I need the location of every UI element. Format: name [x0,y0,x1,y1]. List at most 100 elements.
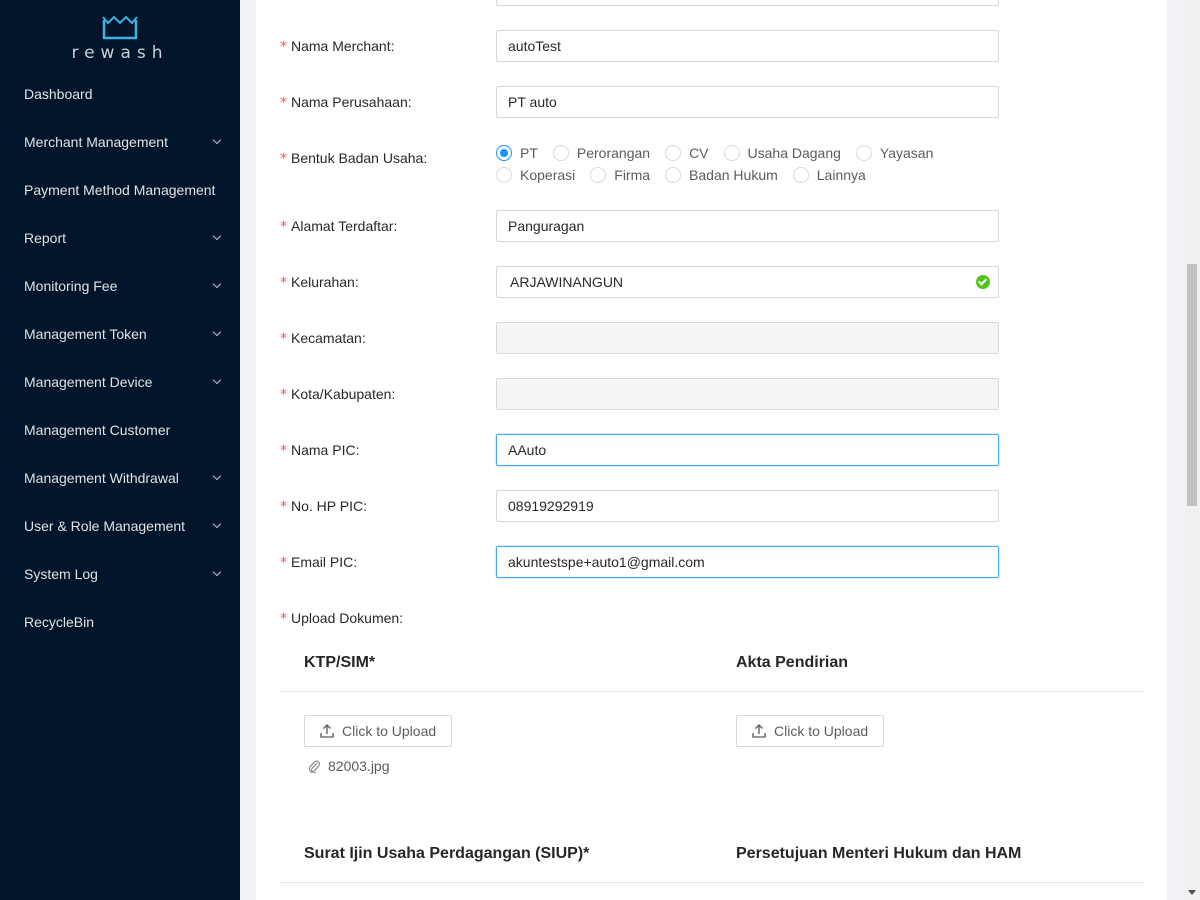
chevron-down-icon [212,521,222,531]
radio-icon [590,167,607,183]
field-kota-kabupaten: * Kota/Kabupaten: [256,378,1167,410]
upload-icon [320,724,334,738]
divider [280,882,1144,883]
radio-label: Firma [614,167,651,183]
field-upload-dokumen: * Upload Dokumen: [256,602,1167,634]
sidebar-item-label: Report [24,230,67,246]
radio-icon [665,167,682,183]
label-text: No. HP PIC [291,498,364,514]
previous-field-input[interactable] [496,0,999,6]
label-text: Nama Perusahaan [291,94,408,110]
radio-label: Perorangan [576,145,651,161]
upload-documents: KTP/SIM* Akta Pendirian Click to Upload … [280,650,1144,900]
field-kelurahan: * Kelurahan: ARJAWINANGUN [256,266,1167,298]
chevron-down-icon [212,329,222,339]
nama-pic-input[interactable]: AAuto [496,434,999,466]
required-mark: * [280,499,287,515]
radio-icon [723,145,740,161]
sidebar-item-dashboard[interactable]: Dashboard [0,70,240,118]
upload-icon [752,724,766,738]
sidebar-item-management-device[interactable]: Management Device [0,358,240,406]
required-mark: * [280,95,287,111]
sidebar-item-label: Management Token [24,326,147,342]
radio-pt[interactable]: PT [496,145,538,161]
sidebar-item-management-withdrawal[interactable]: Management Withdrawal [0,454,240,502]
no-hp-pic-input[interactable]: 08919292919 [496,490,999,522]
radio-usaha-dagang[interactable]: Usaha Dagang [723,145,841,161]
nama-perusahaan-input[interactable]: PT auto [496,86,999,118]
radio-koperasi[interactable]: Koperasi [496,167,575,183]
radio-cv[interactable]: CV [665,145,709,161]
field-label: * Nama Merchant: [280,38,395,55]
required-mark: * [280,443,287,459]
field-label: * Bentuk Badan Usaha: [280,150,428,167]
akta-upload-button[interactable]: Click to Upload [736,715,885,747]
radio-checked-icon [496,145,512,161]
chevron-down-icon [212,233,222,243]
sidebar: rewash Dashboard Merchant Management Pay… [0,0,240,900]
sidebar-item-recyclebin[interactable]: RecycleBin [0,598,240,646]
upload-title-siup: Surat Ijin Usaha Perdagangan (SIUP)* [304,845,590,862]
sidebar-item-payment-method-management[interactable]: Payment Method Management [0,166,240,214]
sidebar-item-report[interactable]: Report [0,214,240,262]
ktp-upload-button[interactable]: Click to Upload [304,715,453,747]
sidebar-item-user-role-management[interactable]: User & Role Management [0,502,240,550]
kecamatan-input [496,322,999,354]
sidebar-item-monitoring-fee[interactable]: Monitoring Fee [0,262,240,310]
chevron-down-icon [212,281,222,291]
field-nama-perusahaan: * Nama Perusahaan: PT auto [256,86,1167,118]
sidebar-item-label: Dashboard [24,86,93,102]
logo[interactable]: rewash [0,0,240,70]
label-text: Nama PIC [291,442,356,458]
radio-firma[interactable]: Firma [590,167,650,183]
radio-label: Koperasi [520,167,576,183]
chevron-down-icon [212,473,222,483]
label-text: Upload Dokumen [291,610,400,626]
radio-lainnya[interactable]: Lainnya [792,167,866,183]
chevron-down-icon [212,377,222,387]
radio-label: Lainnya [816,167,866,183]
email-pic-input[interactable]: akuntestspe+auto1@gmail.com [496,546,999,578]
alamat-terdaftar-input[interactable]: Panguragan [496,210,999,242]
required-mark: * [280,331,287,347]
required-mark: * [280,387,287,403]
sidebar-item-label: Management Customer [24,422,171,438]
radio-icon [496,167,512,183]
upload-button-label: Click to Upload [342,723,437,739]
sidebar-item-label: Payment Method Management [24,182,216,198]
label-text: Bentuk Badan Usaha [291,150,424,166]
radio-icon [855,145,872,161]
scroll-down-arrow-icon[interactable] [1188,890,1196,895]
divider [280,691,1144,692]
label-text: Alamat Terdaftar [291,218,394,234]
sidebar-item-merchant-management[interactable]: Merchant Management [0,118,240,166]
sidebar-item-management-token[interactable]: Management Token [0,310,240,358]
sidebar-item-management-customer[interactable]: Management Customer [0,406,240,454]
nama-merchant-input[interactable]: autoTest [496,30,999,62]
radio-label: CV [689,145,709,161]
label-text: Kecamatan [291,330,362,346]
page-scrollbar[interactable] [1183,0,1200,900]
field-label: * Nama Perusahaan: [280,94,412,111]
radio-perorangan[interactable]: Perorangan [552,145,651,161]
field-kecamatan: * Kecamatan: [256,322,1167,354]
radio-icon [792,167,809,183]
upload-title-akta: Akta Pendirian [736,654,849,671]
label-text: Kelurahan [291,274,355,290]
scrollbar-thumb[interactable] [1187,264,1197,506]
kelurahan-select[interactable]: ARJAWINANGUN [496,266,999,298]
sidebar-item-system-log[interactable]: System Log [0,550,240,598]
uploaded-file-ktp[interactable]: 82003.jpg [308,758,390,774]
radio-badan-hukum[interactable]: Badan Hukum [665,167,778,183]
field-email-pic: * Email PIC: akuntestspe+auto1@gmail.com [256,546,1167,578]
radio-yayasan[interactable]: Yayasan [855,145,933,161]
field-label: * Kota/Kabupaten: [280,386,396,403]
label-text: Nama Merchant [291,38,391,54]
radio-label: Badan Hukum [689,167,778,183]
required-mark: * [280,611,287,627]
washer-logo-icon [102,15,138,40]
file-name: 82003.jpg [328,758,390,774]
check-circle-icon [976,275,990,289]
merchant-form-panel: * Nama Merchant: autoTest * Nama Perusahaa… [256,0,1167,900]
sidebar-menu: Dashboard Merchant Management Payment Me… [0,70,240,646]
